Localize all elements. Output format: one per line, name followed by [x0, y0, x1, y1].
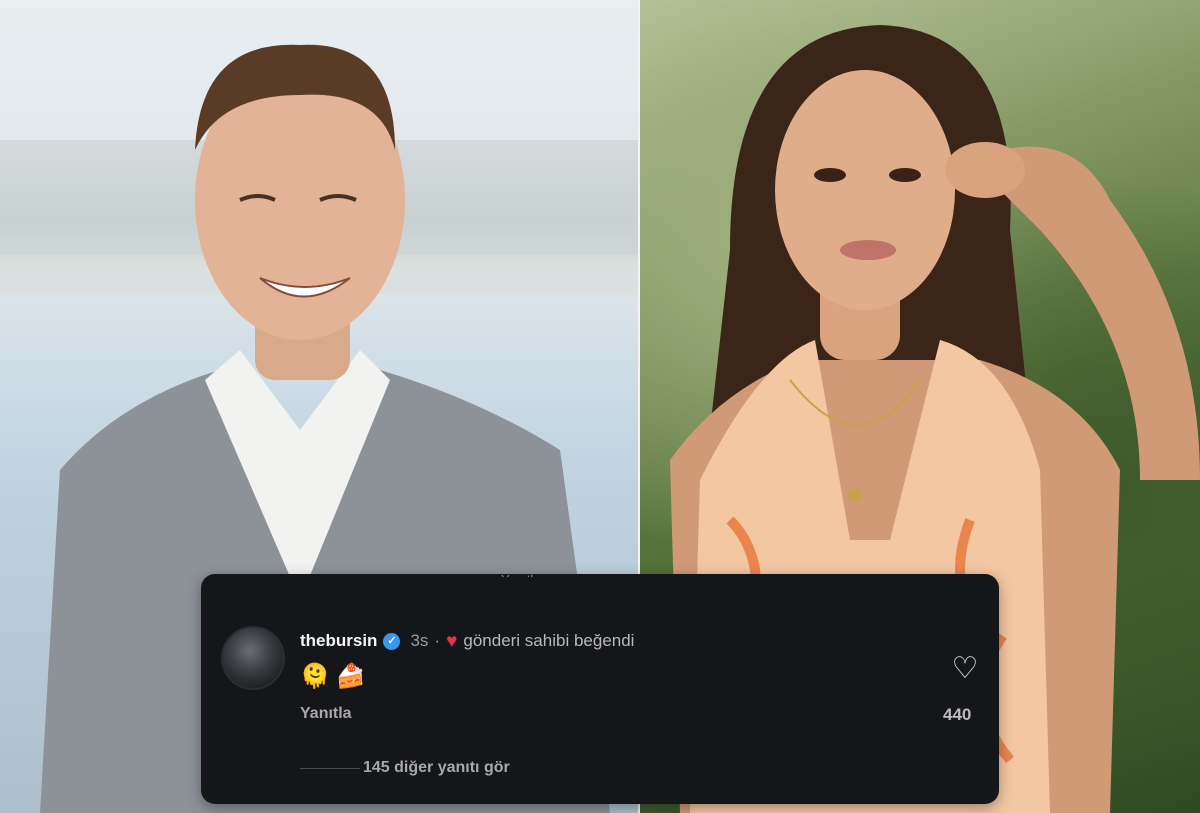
comment-time: 3s	[410, 631, 429, 650]
separator-dot: ·	[434, 631, 441, 650]
cut-off-reply-text: Yanıtla	[501, 568, 541, 577]
comment-body: 🫠 🍰	[300, 662, 366, 691]
username[interactable]: thebursin	[300, 631, 377, 651]
comment-emoji: 🍰	[335, 663, 366, 690]
view-more-line	[300, 768, 360, 769]
view-more-replies-button[interactable]: 145 diğer yanıtı gör	[363, 759, 510, 777]
heart-filled-icon: ♥	[446, 630, 458, 652]
comment-card: Yanıtla thebursin ✓ 3s · ♥ gönderi sahib…	[201, 572, 999, 804]
verified-badge-icon: ✓	[383, 632, 401, 650]
comment-emoji: 🫠	[300, 663, 330, 690]
reply-button[interactable]: Yanıtla	[300, 705, 352, 723]
like-count: 440	[943, 705, 972, 724]
avatar[interactable]	[221, 626, 285, 690]
heart-outline-icon[interactable]: ♡	[947, 652, 983, 686]
comment-header: thebursin ✓ 3s · ♥ gönderi sahibi beğend…	[300, 631, 634, 651]
liked-by-author-text: gönderi sahibi beğendi	[463, 631, 635, 650]
